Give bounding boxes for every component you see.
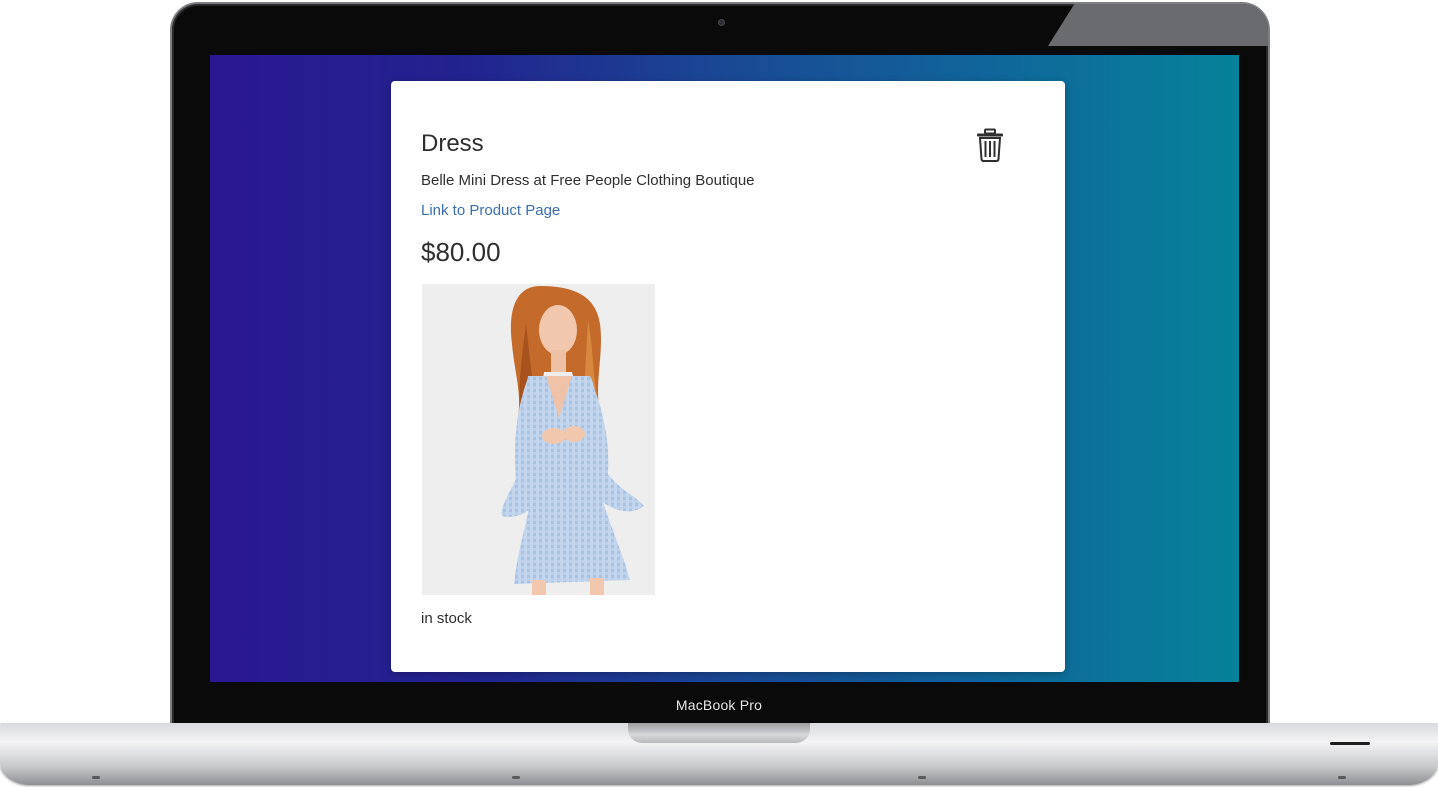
laptop-foot — [1338, 776, 1346, 779]
product-image — [422, 284, 655, 595]
laptop-foot — [918, 776, 926, 779]
trash-icon — [977, 128, 1003, 162]
app-screen: Dress Belle Mini Dress at Free People Cl… — [210, 55, 1239, 682]
delete-button[interactable] — [975, 128, 1005, 162]
product-description: Belle Mini Dress at Free People Clothing… — [421, 172, 755, 189]
device-brand-label: MacBook Pro — [675, 697, 763, 713]
stock-status: in stock — [421, 610, 472, 627]
laptop-lid: Dress Belle Mini Dress at Free People Cl… — [170, 2, 1270, 727]
product-page-link[interactable]: Link to Product Page — [421, 202, 560, 219]
product-card: Dress Belle Mini Dress at Free People Cl… — [391, 81, 1065, 672]
laptop-foot — [512, 776, 520, 779]
laptop-notch — [628, 723, 810, 743]
laptop-foot — [92, 776, 100, 779]
webcam-icon — [718, 19, 725, 26]
bezel-glare — [1048, 4, 1268, 46]
product-price: $80.00 — [421, 237, 501, 267]
laptop-slot — [1330, 742, 1370, 745]
product-title: Dress — [421, 130, 484, 157]
